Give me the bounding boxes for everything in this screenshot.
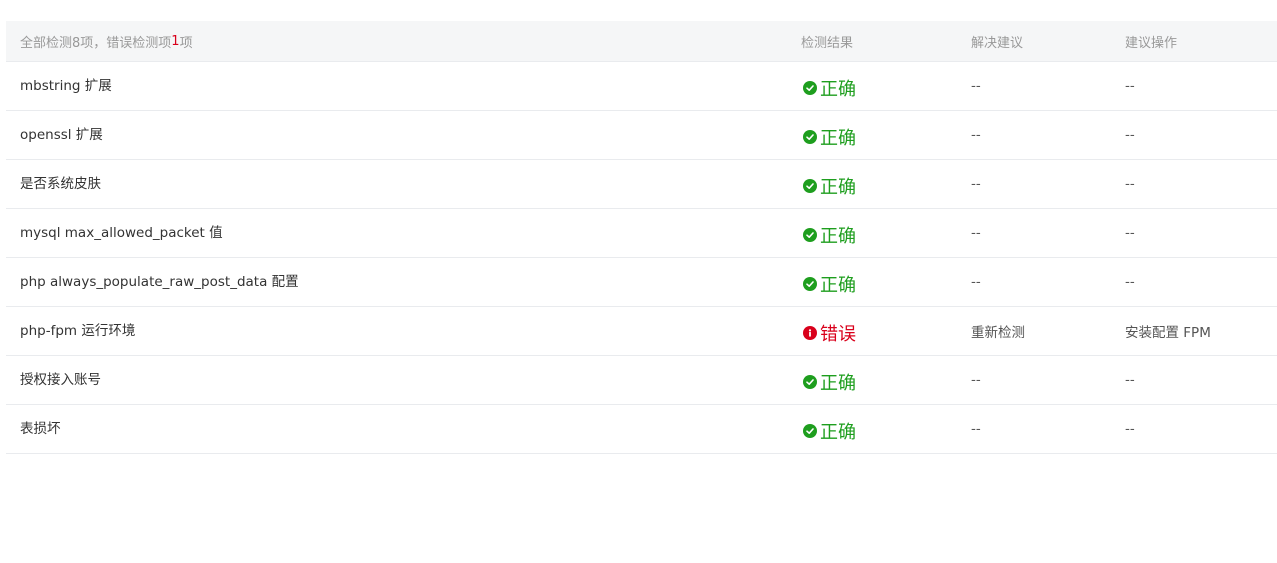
solution-text: -- <box>971 127 981 143</box>
check-circle-icon <box>803 129 817 144</box>
check-result: 正确 <box>801 356 856 404</box>
check-circle-icon <box>803 374 817 389</box>
summary-text: 全部检测8项，错误检测项 1 项 <box>20 21 193 61</box>
status-text: 正确 <box>820 78 856 100</box>
status-badge: 正确 <box>801 222 856 248</box>
action-text: -- <box>1125 372 1135 388</box>
status-badge: 正确 <box>801 369 856 395</box>
status-text: 正确 <box>820 421 856 443</box>
check-item-name: openssl 扩展 <box>20 127 103 143</box>
action-text: -- <box>1125 78 1135 94</box>
action-text: -- <box>1125 127 1135 143</box>
status-text: 正确 <box>820 225 856 247</box>
table-row: php-fpm 运行环境 错误 重新检测 安装配置 FPM <box>6 307 1277 356</box>
action-text: -- <box>1125 176 1135 192</box>
check-circle-icon <box>803 80 817 95</box>
status-badge: 错误 <box>801 320 856 346</box>
table-header: 全部检测8项，错误检测项 1 项 检测结果 解决建议 建议操作 <box>6 21 1277 62</box>
action-text: -- <box>1125 421 1135 437</box>
solution-text: -- <box>971 274 981 290</box>
status-text: 错误 <box>820 323 856 345</box>
status-badge: 正确 <box>801 418 856 444</box>
table-row: openssl 扩展 正确 -- -- <box>6 111 1277 160</box>
check-item-name: php-fpm 运行环境 <box>20 323 136 339</box>
check-result: 正确 <box>801 405 856 453</box>
solution-text: -- <box>971 225 981 241</box>
install-fpm-link[interactable]: 安装配置 FPM <box>1125 307 1211 355</box>
status-badge: 正确 <box>801 75 856 101</box>
table-row: mbstring 扩展 正确 -- -- <box>6 62 1277 111</box>
status-text: 正确 <box>820 372 856 394</box>
status-text: 正确 <box>820 176 856 198</box>
check-item-name: 表损坏 <box>20 421 61 437</box>
table-row: 是否系统皮肤 正确 -- -- <box>6 160 1277 209</box>
check-item-name: 授权接入账号 <box>20 372 101 388</box>
check-circle-icon <box>803 276 817 291</box>
check-result: 错误 <box>801 307 856 355</box>
check-item-name: mbstring 扩展 <box>20 78 112 94</box>
summary-prefix: 全部检测8项，错误检测项 <box>20 35 172 51</box>
error-circle-icon <box>803 325 817 340</box>
recheck-link[interactable]: 重新检测 <box>971 307 1025 355</box>
check-result: 正确 <box>801 160 856 208</box>
check-circle-icon <box>803 227 817 242</box>
status-badge: 正确 <box>801 124 856 150</box>
error-count: 1 <box>171 33 180 49</box>
status-text: 正确 <box>820 127 856 149</box>
solution-text: -- <box>971 421 981 437</box>
solution-text: -- <box>971 176 981 192</box>
check-result: 正确 <box>801 209 856 257</box>
column-header-result: 检测结果 <box>801 35 854 51</box>
check-item-name: php always_populate_raw_post_data 配置 <box>20 274 299 290</box>
table-row: php always_populate_raw_post_data 配置 正确 … <box>6 258 1277 307</box>
solution-text: -- <box>971 78 981 94</box>
status-text: 正确 <box>820 274 856 296</box>
table-row: mysql max_allowed_packet 值 正确 -- -- <box>6 209 1277 258</box>
check-circle-icon <box>803 423 817 438</box>
table-row: 表损坏 正确 -- -- <box>6 405 1277 454</box>
check-circle-icon <box>803 178 817 193</box>
column-header-action: 建议操作 <box>1125 35 1178 51</box>
table-body: mbstring 扩展 正确 -- -- openssl 扩展 正确 -- --… <box>6 62 1277 454</box>
action-text: -- <box>1125 274 1135 290</box>
status-badge: 正确 <box>801 173 856 199</box>
check-result: 正确 <box>801 258 856 306</box>
check-item-name: mysql max_allowed_packet 值 <box>20 225 223 241</box>
check-result: 正确 <box>801 111 856 159</box>
check-results-table: 全部检测8项，错误检测项 1 项 检测结果 解决建议 建议操作 mbstring 扩… <box>6 21 1277 454</box>
check-item-name: 是否系统皮肤 <box>20 176 101 192</box>
action-text: -- <box>1125 225 1135 241</box>
solution-text: -- <box>971 372 981 388</box>
summary-suffix: 项 <box>179 35 193 51</box>
check-result: 正确 <box>801 62 856 110</box>
table-row: 授权接入账号 正确 -- -- <box>6 356 1277 405</box>
status-badge: 正确 <box>801 271 856 297</box>
column-header-solution: 解决建议 <box>971 35 1024 51</box>
